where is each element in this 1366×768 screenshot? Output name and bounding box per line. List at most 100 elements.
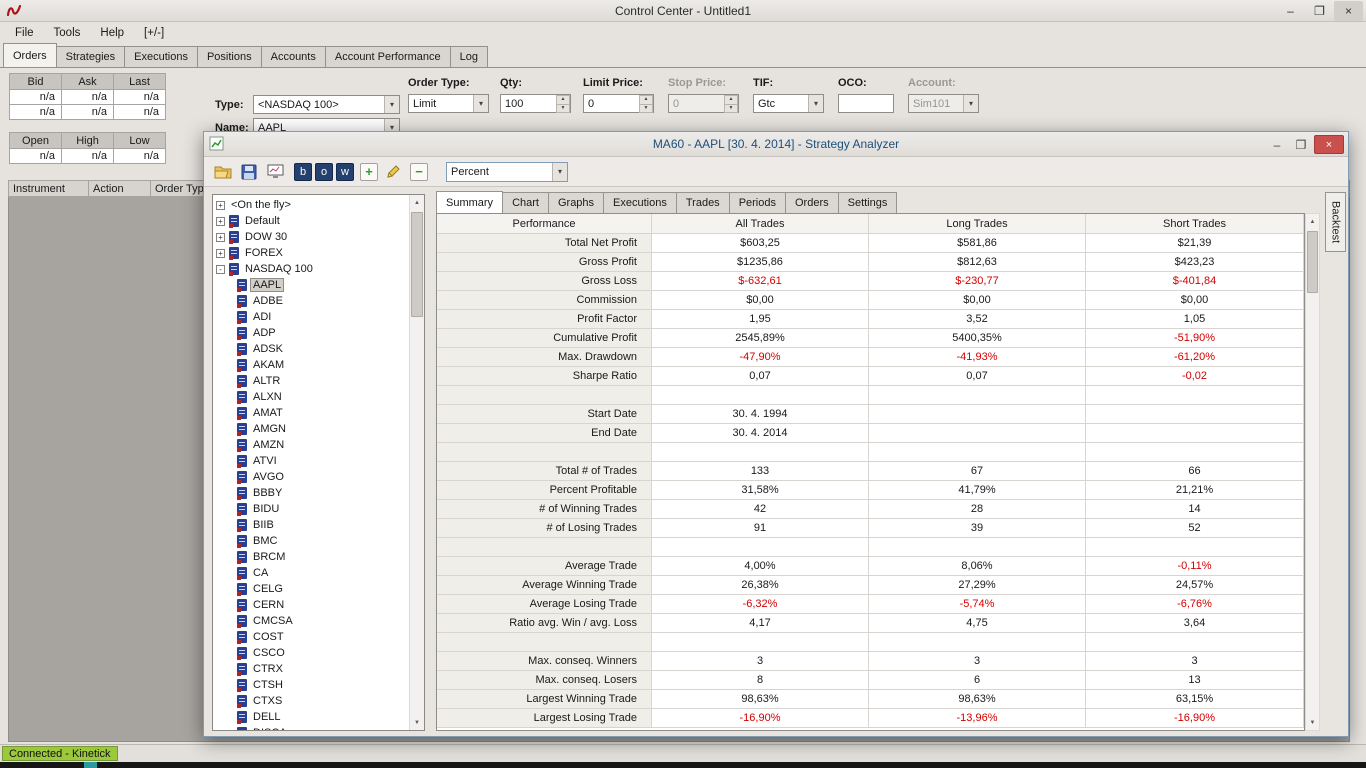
analyzer-tab-chart[interactable]: Chart: [502, 192, 549, 213]
display-unit-select[interactable]: Percent ▾: [446, 161, 568, 182]
mode-button-o[interactable]: o: [315, 162, 333, 181]
tree-instrument-celg[interactable]: CELG: [213, 581, 409, 597]
tree-instrument-cmcsa[interactable]: CMCSA: [213, 613, 409, 629]
tree-instrument-csco[interactable]: CSCO: [213, 645, 409, 661]
tree-instrument-cern[interactable]: CERN: [213, 597, 409, 613]
tree-instrument-bidu[interactable]: BIDU: [213, 501, 409, 517]
tree-instrument-avgo[interactable]: AVGO: [213, 469, 409, 485]
tree-instrument-amgn[interactable]: AMGN: [213, 421, 409, 437]
scroll-down-icon[interactable]: ▼: [1306, 715, 1319, 730]
analyzer-titlebar[interactable]: MA60 - AAPL [30. 4. 2014] - Strategy Ana…: [204, 132, 1348, 157]
tree-instrument-atvi[interactable]: ATVI: [213, 453, 409, 469]
display-button[interactable]: [264, 161, 286, 183]
menu-item-file[interactable]: File: [5, 22, 44, 43]
tree-expander-icon[interactable]: +: [216, 248, 225, 258]
tree-instrument-amzn[interactable]: AMZN: [213, 437, 409, 453]
edit-button[interactable]: [382, 161, 404, 183]
tree-expander-icon[interactable]: +: [216, 200, 225, 210]
tree-instrument-amat[interactable]: AMAT: [213, 405, 409, 421]
close-icon[interactable]: ×: [1314, 135, 1344, 154]
tree-instrument-ca[interactable]: CA: [213, 565, 409, 581]
tree-instrument-label: DELL: [253, 711, 281, 723]
tree-category-dow-30[interactable]: + DOW 30: [213, 229, 409, 245]
control-center-titlebar[interactable]: Control Center - Untitled1 – ❐ ×: [0, 0, 1366, 22]
close-icon[interactable]: ×: [1334, 1, 1363, 21]
tree-category-nasdaq-100[interactable]: - NASDAQ 100: [213, 261, 409, 277]
minimize-icon[interactable]: –: [1276, 1, 1305, 21]
tree-instrument-alxn[interactable]: ALXN: [213, 389, 409, 405]
tab-account-performance[interactable]: Account Performance: [324, 46, 451, 67]
mode-button-w[interactable]: w: [336, 162, 354, 181]
tree-instrument-altr[interactable]: ALTR: [213, 373, 409, 389]
tree-instrument-bbby[interactable]: BBBY: [213, 485, 409, 501]
analyzer-tab-settings[interactable]: Settings: [837, 192, 898, 213]
scroll-up-icon[interactable]: ▲: [410, 195, 424, 210]
tree-instrument-adbe[interactable]: ADBE: [213, 293, 409, 309]
tree-instrument-biib[interactable]: BIIB: [213, 517, 409, 533]
analyzer-tab-orders[interactable]: Orders: [784, 192, 839, 213]
table-row: Total # of Trades 133 67 66: [437, 462, 1304, 481]
menu-item-[interactable]: [+/-]: [134, 22, 174, 43]
stepper-arrows[interactable]: ▲ ▼: [639, 95, 653, 113]
menu-item-help[interactable]: Help: [90, 22, 134, 43]
add-button[interactable]: +: [360, 162, 378, 181]
analyzer-tab-periods[interactable]: Periods: [728, 192, 786, 213]
scrollbar-thumb[interactable]: [411, 212, 423, 317]
save-button[interactable]: [238, 161, 260, 183]
tab-orders[interactable]: Orders: [3, 43, 57, 67]
backtest-vertical-tab[interactable]: Backtest: [1325, 192, 1346, 252]
instrument-list-select[interactable]: <NASDAQ 100> ▾: [253, 95, 400, 114]
summary-value: [1086, 386, 1304, 405]
plus-icon: +: [365, 164, 373, 179]
tab-log[interactable]: Log: [449, 46, 488, 67]
analyzer-tab-executions[interactable]: Executions: [603, 192, 677, 213]
tree-expander-icon[interactable]: -: [216, 264, 225, 274]
tree-instrument-adi[interactable]: ADI: [213, 309, 409, 325]
oco-input[interactable]: [838, 94, 894, 113]
summary-value: 0,07: [652, 367, 869, 386]
tree-expander-icon[interactable]: +: [216, 216, 225, 226]
scrollbar-thumb[interactable]: [1307, 231, 1318, 293]
tree-instrument-bmc[interactable]: BMC: [213, 533, 409, 549]
maximize-icon[interactable]: ❐: [1305, 1, 1334, 21]
summary-value: -13,96%: [869, 709, 1086, 728]
analyzer-tab-trades[interactable]: Trades: [675, 192, 730, 213]
tree-instrument-ctrx[interactable]: CTRX: [213, 661, 409, 677]
tree-instrument-adp[interactable]: ADP: [213, 325, 409, 341]
tree-instrument-cost[interactable]: COST: [213, 629, 409, 645]
tree-category-on-the-fly[interactable]: + <On the fly>: [213, 197, 409, 213]
tab-executions[interactable]: Executions: [124, 46, 198, 67]
tree-instrument-aapl[interactable]: AAPL: [213, 277, 409, 293]
tab-positions[interactable]: Positions: [196, 46, 262, 67]
menu-item-tools[interactable]: Tools: [44, 22, 91, 43]
analyzer-tab-graphs[interactable]: Graphs: [547, 192, 605, 213]
tif-select[interactable]: Gtc ▾: [753, 94, 824, 113]
tree-scrollbar[interactable]: ▲ ▼: [409, 195, 424, 730]
tree-instrument-disca[interactable]: DISCA: [213, 725, 409, 730]
tree-expander-icon[interactable]: +: [216, 232, 225, 242]
maximize-icon[interactable]: ❐: [1290, 135, 1312, 154]
order-type-select[interactable]: Limit ▾: [408, 94, 489, 113]
qty-stepper[interactable]: 100 ▲ ▼: [500, 94, 571, 113]
scroll-down-icon[interactable]: ▼: [410, 715, 424, 730]
tree-instrument-ctxs[interactable]: CTXS: [213, 693, 409, 709]
tab-accounts[interactable]: Accounts: [260, 46, 326, 67]
minimize-icon[interactable]: –: [1266, 135, 1288, 154]
analyzer-tab-summary[interactable]: Summary: [436, 191, 504, 213]
open-button[interactable]: [212, 161, 234, 183]
mode-button-b[interactable]: b: [294, 162, 312, 181]
scroll-up-icon[interactable]: ▲: [1306, 214, 1319, 229]
remove-button[interactable]: −: [410, 162, 428, 181]
tree-instrument-akam[interactable]: AKAM: [213, 357, 409, 373]
stepper-arrows[interactable]: ▲ ▼: [556, 95, 570, 113]
tab-strategies[interactable]: Strategies: [55, 46, 126, 67]
tree-instrument-ctsh[interactable]: CTSH: [213, 677, 409, 693]
tree-category-default[interactable]: + Default: [213, 213, 409, 229]
tree-category-forex[interactable]: + FOREX: [213, 245, 409, 261]
tree-instrument-adsk[interactable]: ADSK: [213, 341, 409, 357]
instrument-icon: [237, 679, 247, 692]
tree-instrument-brcm[interactable]: BRCM: [213, 549, 409, 565]
tree-instrument-dell[interactable]: DELL: [213, 709, 409, 725]
table-scrollbar[interactable]: ▲ ▼: [1305, 213, 1320, 731]
limit-price-stepper[interactable]: 0 ▲ ▼: [583, 94, 654, 113]
